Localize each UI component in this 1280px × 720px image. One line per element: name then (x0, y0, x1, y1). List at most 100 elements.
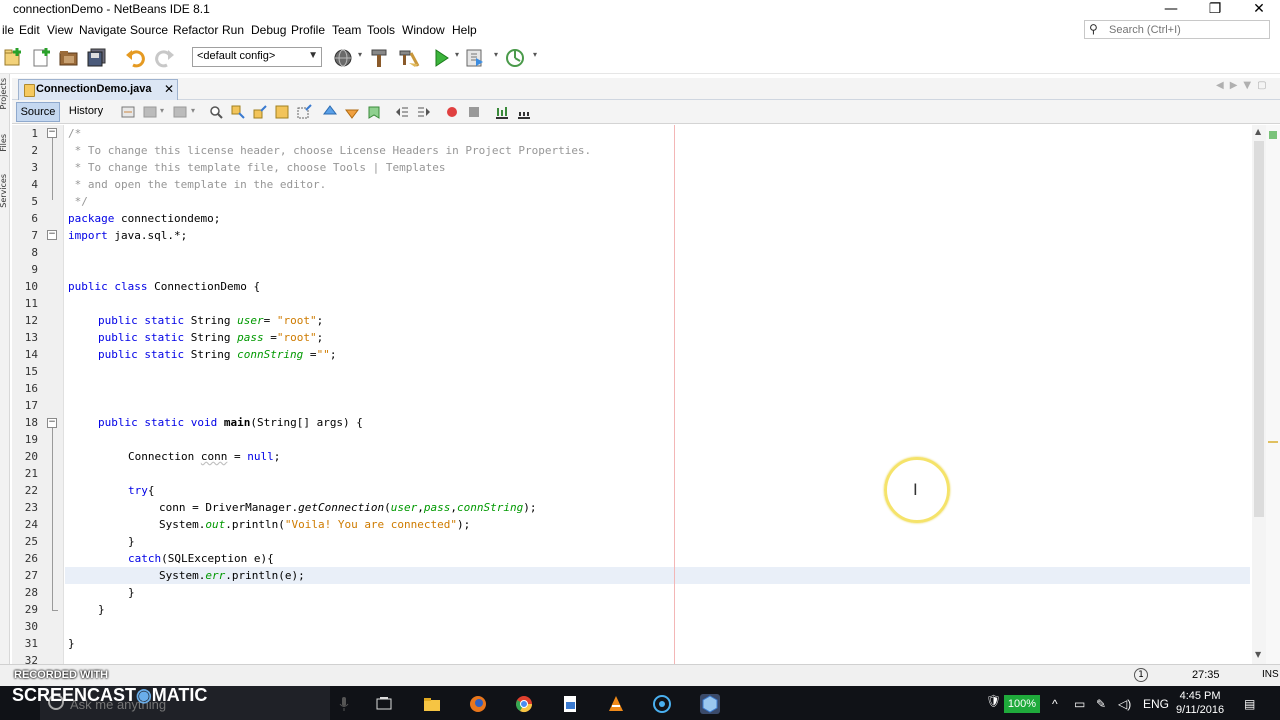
globe-dropdown-icon[interactable]: ▾ (358, 50, 362, 59)
shift-right-icon[interactable] (416, 104, 432, 120)
line-number[interactable]: 29 (12, 603, 38, 616)
pen-icon[interactable]: ✎ (1096, 697, 1106, 711)
globe-icon[interactable] (332, 47, 354, 69)
fold-toggle-comment[interactable]: − (47, 128, 57, 138)
line-number[interactable]: 28 (12, 586, 38, 599)
line-number[interactable]: 30 (12, 620, 38, 633)
restore-button[interactable]: ❐ (1192, 0, 1238, 20)
code-line-1[interactable]: /* (68, 125, 81, 142)
menu-file[interactable]: ile (2, 23, 14, 37)
line-number[interactable]: 20 (12, 450, 38, 463)
vlc-icon[interactable] (606, 694, 626, 714)
code-line-20[interactable]: Connection conn = null; (128, 448, 280, 465)
line-number[interactable]: 25 (12, 535, 38, 548)
code-line-4[interactable]: * and open the template in the editor. (68, 176, 327, 193)
tab-navigation-arrows[interactable]: ◀▶▼▢ (1216, 80, 1273, 91)
line-number[interactable]: 5 (12, 195, 38, 208)
code-line-3[interactable]: * To change this template file, choose T… (68, 159, 446, 176)
toggle-highlight-icon[interactable] (274, 104, 290, 120)
back-dropdown-icon[interactable]: ▾ (160, 106, 164, 115)
close-tab-icon[interactable]: ✕ (164, 82, 174, 96)
debug-dropdown-icon[interactable]: ▾ (494, 50, 498, 59)
notifications-icon[interactable]: 1 (1134, 668, 1148, 682)
scrollbar-thumb[interactable] (1254, 141, 1264, 517)
forward-dropdown-icon[interactable]: ▾ (191, 106, 195, 115)
scroll-down-icon[interactable]: ▼ (1255, 650, 1261, 659)
code-line-29[interactable]: } (98, 601, 105, 618)
code-line-12[interactable]: public static String user= "root"; (98, 312, 323, 329)
vertical-scrollbar[interactable]: ▲ ▼ (1252, 125, 1266, 664)
menu-profile[interactable]: Profile (291, 23, 325, 37)
line-number[interactable]: 19 (12, 433, 38, 446)
source-view-button[interactable]: Source (16, 102, 60, 122)
services-tab[interactable]: Services (0, 174, 8, 208)
menu-run[interactable]: Run (222, 23, 244, 37)
menu-edit[interactable]: Edit (19, 23, 40, 37)
minimize-button[interactable]: — (1148, 0, 1194, 20)
show-hidden-icons[interactable]: ^ (1052, 697, 1058, 711)
clock[interactable]: 4:45 PM 9/11/2016 (1176, 689, 1224, 717)
menu-view[interactable]: View (47, 23, 73, 37)
code-line-5[interactable]: */ (68, 193, 88, 210)
next-bookmark-icon[interactable] (344, 104, 360, 120)
code-line-7[interactable]: import java.sql.*; (68, 227, 187, 244)
profile-icon[interactable] (504, 47, 526, 69)
debug-icon[interactable] (464, 47, 486, 69)
line-number[interactable]: 14 (12, 348, 38, 361)
line-number[interactable]: 4 (12, 178, 38, 191)
code-line-14[interactable]: public static String connString =""; (98, 346, 336, 363)
clean-build-icon[interactable] (398, 47, 420, 69)
code-line-23[interactable]: conn = DriverManager.getConnection(user,… (159, 499, 537, 516)
history-view-button[interactable]: History (64, 102, 108, 122)
new-project-icon[interactable] (2, 47, 24, 69)
search-input[interactable] (1109, 22, 1265, 37)
redo-icon[interactable] (154, 47, 176, 69)
microphone-icon[interactable] (334, 694, 354, 714)
toggle-comment-icon[interactable] (494, 104, 510, 120)
code-line-31[interactable]: } (68, 635, 75, 652)
back-icon[interactable] (142, 104, 158, 120)
quick-search-box[interactable]: ⚲ (1084, 20, 1270, 39)
menu-navigate[interactable]: Navigate (79, 23, 126, 37)
menu-help[interactable]: Help (452, 23, 477, 37)
line-number[interactable]: 10 (12, 280, 38, 293)
code-line-13[interactable]: public static String pass ="root"; (98, 329, 323, 346)
last-edit-icon[interactable] (120, 104, 136, 120)
find-selection-icon[interactable] (230, 104, 246, 120)
warning-marker[interactable] (1268, 441, 1278, 443)
uncomment-icon[interactable] (516, 104, 532, 120)
code-line-24[interactable]: System.out.println("Voila! You are conne… (159, 516, 470, 533)
menu-window[interactable]: Window (402, 23, 445, 37)
chrome-icon[interactable] (514, 694, 534, 714)
hammer-icon[interactable] (368, 47, 390, 69)
tab-connectiondemo-java[interactable]: ConnectionDemo.java ✕ (18, 79, 178, 101)
code-line-22[interactable]: try{ (128, 482, 155, 499)
network-icon[interactable]: ▭ (1074, 697, 1085, 711)
run-icon[interactable] (430, 47, 452, 69)
line-number[interactable]: 31 (12, 637, 38, 650)
code-line-10[interactable]: public class ConnectionDemo { (68, 278, 260, 295)
menu-tools[interactable]: Tools (367, 23, 395, 37)
line-number[interactable]: 9 (12, 263, 38, 276)
menu-debug[interactable]: Debug (251, 23, 286, 37)
code-line-25[interactable]: } (128, 533, 135, 550)
code-line-2[interactable]: * To change this license header, choose … (68, 142, 592, 159)
run-dropdown-icon[interactable]: ▾ (455, 50, 459, 59)
line-number[interactable]: 11 (12, 297, 38, 310)
projects-tab[interactable]: Projects (0, 78, 8, 110)
new-file-icon[interactable] (30, 47, 52, 69)
fold-toggle-imports[interactable]: − (47, 230, 57, 240)
code-line-6[interactable]: package connectiondemo; (68, 210, 220, 227)
code-line-27[interactable]: System.err.println(e); (159, 567, 305, 584)
battery-indicator[interactable]: 100% (1004, 695, 1040, 713)
line-number[interactable]: 8 (12, 246, 38, 259)
open-project-icon[interactable] (58, 47, 80, 69)
file-explorer-icon[interactable] (422, 694, 442, 714)
line-number[interactable]: 27 (12, 569, 38, 582)
netbeans-taskbar-icon[interactable] (700, 694, 720, 714)
code-line-26[interactable]: catch(SQLException e){ (128, 550, 274, 567)
screencast-app-icon[interactable] (652, 694, 672, 714)
fold-toggle-main[interactable]: − (47, 418, 57, 428)
save-all-icon[interactable] (86, 47, 108, 69)
find-previous-icon[interactable] (208, 104, 224, 120)
